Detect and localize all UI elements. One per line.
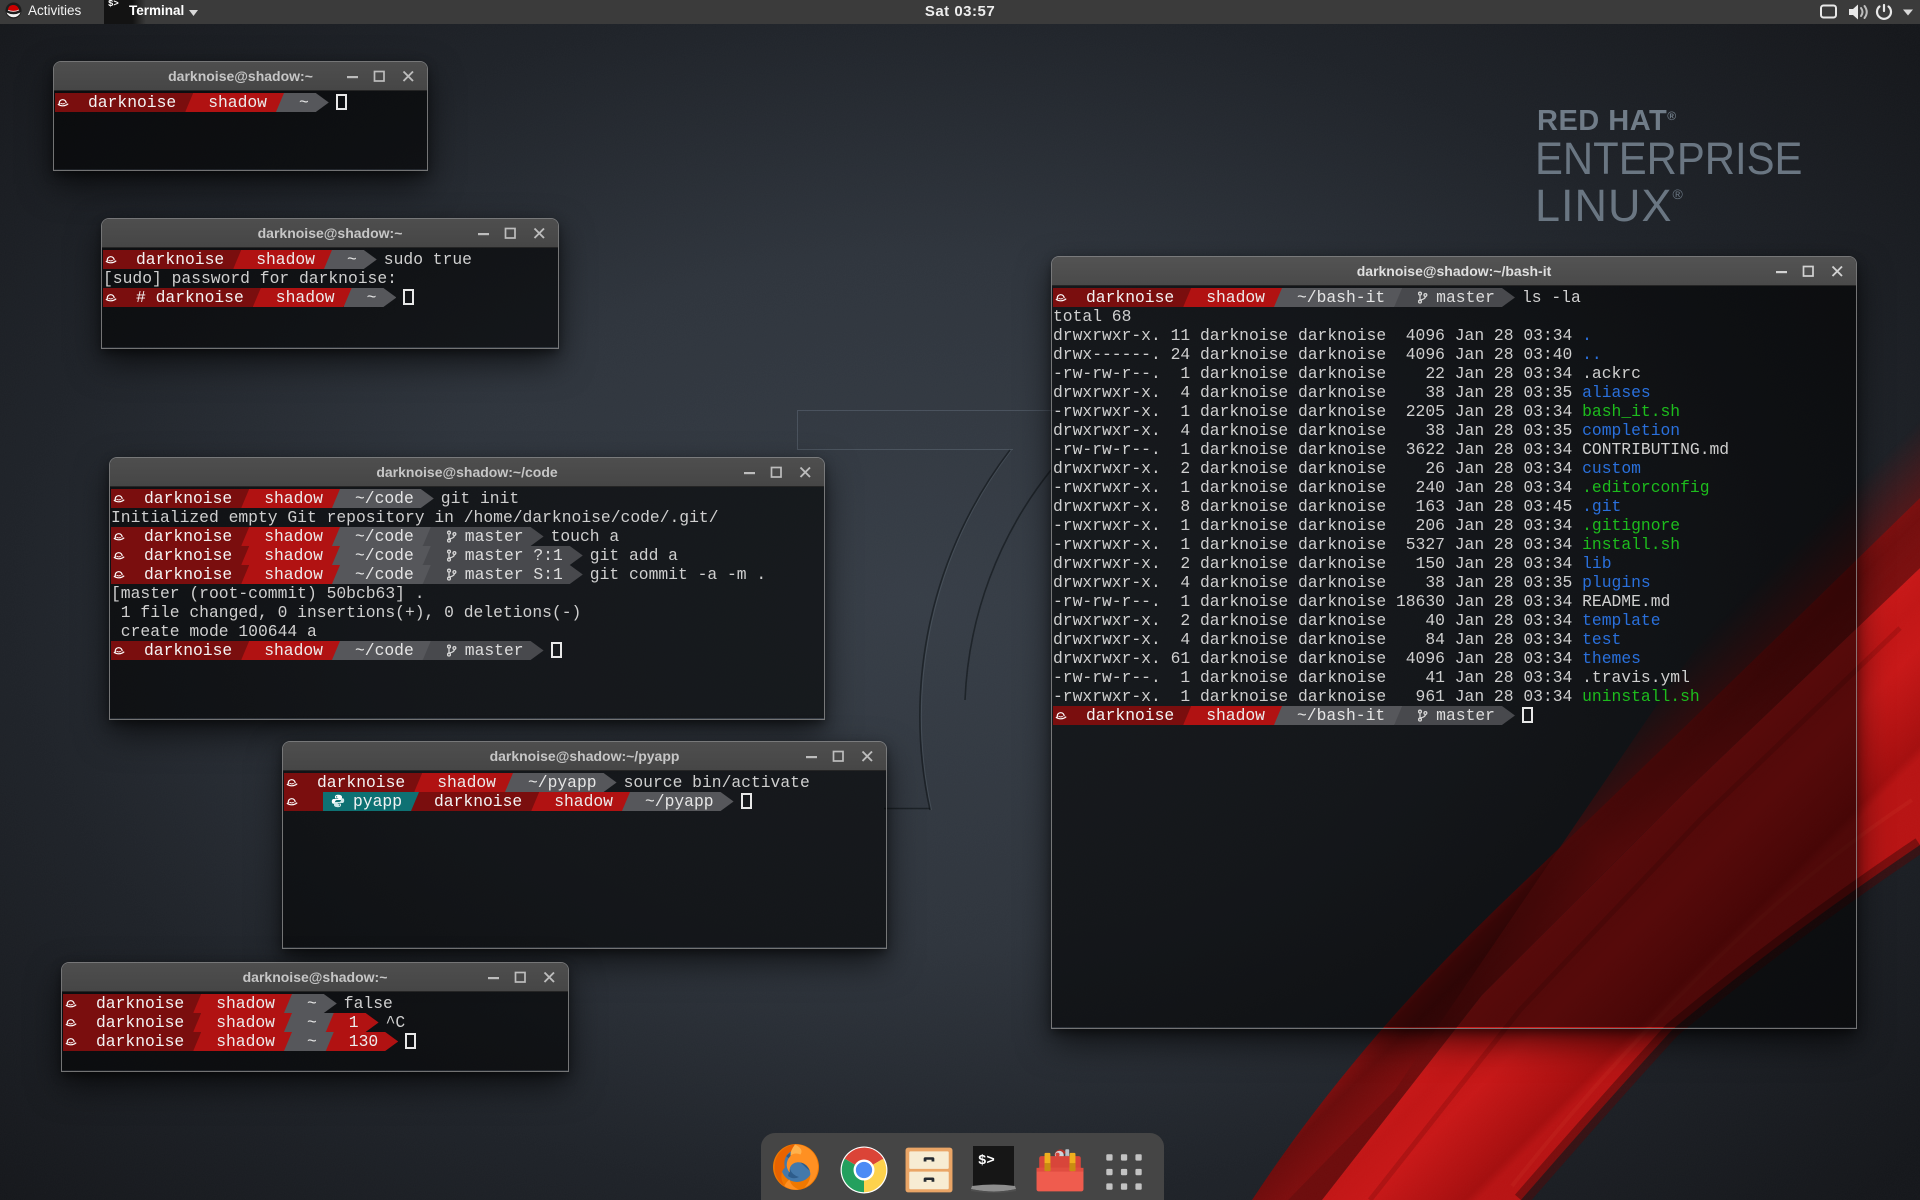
svg-text:$>: $> <box>978 1153 995 1169</box>
